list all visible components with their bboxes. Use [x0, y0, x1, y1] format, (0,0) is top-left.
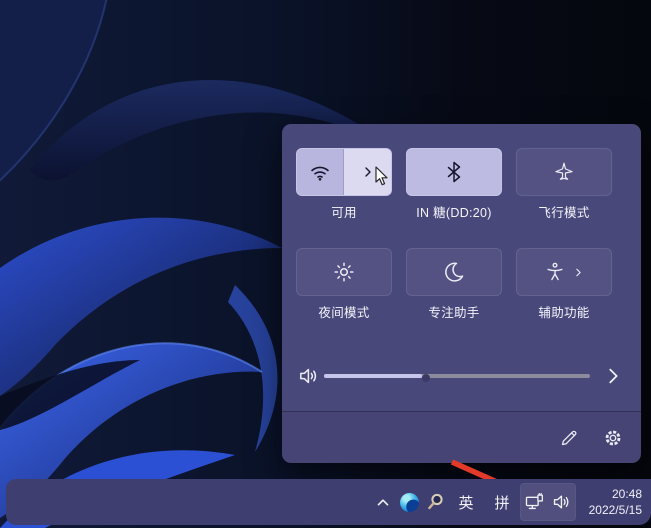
volume-row [282, 358, 641, 394]
volume-fill [324, 374, 422, 378]
magnifier-tray-button[interactable] [422, 483, 448, 521]
magnifier-icon [424, 491, 446, 513]
ime-english-label: 英 [458, 492, 473, 513]
wifi-icon [308, 160, 332, 184]
bluetooth-button[interactable] [406, 148, 502, 196]
tile-accessibility: 辅助功能 [516, 248, 612, 321]
night-mode-label: 夜间模式 [296, 305, 392, 321]
chevron-right-icon [360, 164, 376, 180]
settings-button[interactable] [603, 428, 623, 448]
ime-pinyin-label: 拼 [494, 492, 509, 513]
airplane-icon [553, 161, 575, 183]
volume-slider[interactable] [324, 368, 590, 384]
bluetooth-icon [442, 160, 466, 184]
airplane-mode-button[interactable] [516, 148, 612, 196]
volume-thumb[interactable] [422, 374, 430, 382]
gear-icon [607, 432, 619, 444]
pencil-icon [563, 431, 576, 444]
tile-focus-assist: 专注助手 [406, 248, 502, 321]
airplane-label: 飞行模式 [516, 205, 612, 221]
ime-english-indicator[interactable]: 英 [448, 483, 484, 521]
clock-date: 2022/5/15 [589, 502, 642, 518]
edge-icon [400, 493, 419, 512]
wifi-expand-button[interactable] [344, 149, 391, 195]
speaker-icon[interactable] [298, 365, 320, 387]
night-mode-button[interactable] [296, 248, 392, 296]
focus-assist-label: 专注助手 [406, 305, 502, 321]
accessibility-label: 辅助功能 [516, 305, 612, 321]
accessibility-button[interactable] [516, 248, 612, 296]
chevron-up-icon [374, 493, 392, 511]
tile-night-mode: 夜间模式 [296, 248, 392, 321]
wifi-toggle[interactable] [297, 149, 344, 195]
ime-pinyin-indicator[interactable]: 拼 [484, 483, 520, 521]
tile-airplane: 飞行模式 [516, 148, 612, 221]
moon-icon [442, 260, 466, 284]
quick-settings-tray-button[interactable] [520, 483, 576, 521]
edit-quick-settings-button[interactable] [559, 428, 579, 448]
edge-browser-button[interactable] [396, 483, 422, 521]
quick-settings-footer [282, 411, 641, 463]
taskbar-clock[interactable]: 20:48 2022/5/15 [576, 483, 646, 521]
clock-time: 20:48 [612, 486, 642, 502]
bluetooth-label: IN 糖(DD:20) [406, 205, 502, 221]
taskbar: 英 拼 20:48 2022/5/15 [6, 479, 651, 525]
accessibility-icon [544, 261, 566, 283]
tile-bluetooth: IN 糖(DD:20) [406, 148, 502, 221]
tile-wifi: 可用 [296, 148, 392, 221]
quick-settings-panel: 可用 IN 糖(DD:20) 飞行模式 [282, 124, 641, 463]
focus-assist-button[interactable] [406, 248, 502, 296]
desktop-screen: 可用 IN 糖(DD:20) 飞行模式 [0, 0, 651, 528]
hidden-icons-button[interactable] [370, 483, 396, 521]
speaker-icon [552, 492, 572, 512]
wired-network-icon [524, 492, 545, 513]
chevron-right-icon [572, 266, 585, 279]
wifi-label: 可用 [296, 205, 392, 221]
sun-icon [332, 260, 356, 284]
volume-expand-chevron-icon[interactable] [602, 365, 624, 387]
wifi-button[interactable] [296, 148, 392, 196]
